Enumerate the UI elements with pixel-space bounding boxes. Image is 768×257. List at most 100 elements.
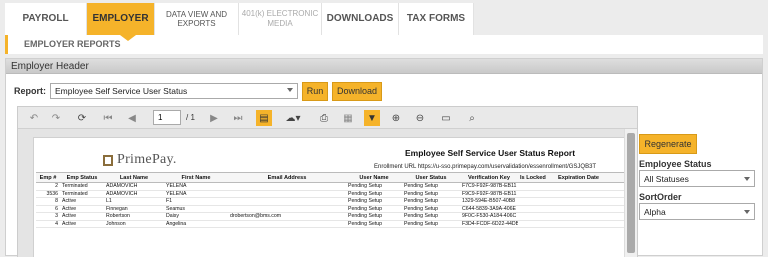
scrollbar-thumb[interactable] <box>627 133 635 253</box>
regenerate-button[interactable]: Regenerate <box>639 134 697 154</box>
table-cell: 3 <box>55 213 58 220</box>
col-expiration-date: Expiration Date <box>558 174 600 181</box>
run-button[interactable]: Run <box>302 81 328 101</box>
table-row: 4 Active Johnson Angelina Pending Setup Pendi… <box>36 220 625 228</box>
table-cell: Pending Setup <box>348 183 383 190</box>
table-cell: 2 <box>55 183 58 190</box>
refresh-icon[interactable]: ⟳ <box>74 110 90 126</box>
table-cell: drobertson@bms.com <box>230 213 282 220</box>
table-cell: Pending Setup <box>348 220 383 227</box>
tab-downloads[interactable]: DOWNLOADS <box>322 3 399 35</box>
print-layout-icon[interactable]: ▦ <box>340 110 356 126</box>
employee-status-select[interactable]: All Statuses <box>639 170 755 187</box>
vertical-scrollbar[interactable] <box>624 129 637 257</box>
employee-status-label: Employee Status <box>639 159 712 169</box>
table-cell: Pending Setup <box>348 190 383 197</box>
sort-order-value: Alpha <box>644 207 666 217</box>
sort-order-select[interactable]: Alpha <box>639 203 755 220</box>
col-user-status: User Status <box>415 174 447 181</box>
col-email: Email Address <box>267 174 307 181</box>
table-cell: Terminated <box>62 190 88 197</box>
tab-payroll[interactable]: PAYROLL <box>5 3 87 35</box>
top-nav: PAYROLL EMPLOYER DATA VIEW AND EXPORTS 4… <box>0 0 768 35</box>
redo-icon[interactable]: ↷ <box>48 110 64 126</box>
subnav-employer-reports[interactable]: EMPLOYER REPORTS <box>24 39 121 49</box>
table-cell: Pending Setup <box>348 205 383 212</box>
table-cell: Pending Setup <box>404 183 439 190</box>
table-cell: Robertson <box>106 213 130 220</box>
table-cell: Pending Setup <box>404 190 439 197</box>
table-cell: F9C9-F92F-987B-EB11 <box>462 190 517 197</box>
table-cell: Pending Setup <box>348 198 383 205</box>
table-cell: L1 <box>106 198 112 205</box>
table-cell: YELENA <box>166 183 187 190</box>
zoom-in-icon[interactable]: ⊕ <box>388 110 404 126</box>
parameters-panel: Regenerate Employee Status All Statuses … <box>639 134 757 220</box>
download-button[interactable]: Download <box>332 81 382 101</box>
employee-status-value: All Statuses <box>644 174 689 184</box>
tab-tax-forms-label: TAX FORMS <box>406 13 466 24</box>
undo-icon[interactable]: ↶ <box>26 110 42 126</box>
table-cell: Pending Setup <box>348 213 383 220</box>
primepay-logo: PrimePay. <box>103 152 177 168</box>
table-cell: F1 <box>166 198 173 205</box>
print-icon[interactable]: ⎙ <box>316 110 332 126</box>
page-total: / 1 <box>186 113 195 122</box>
report-table: Emp # Emp Status Last Name First Name Em… <box>36 172 625 228</box>
table-row: 2 Terminated ADAMOVICH YELENA Pending Setup P… <box>36 183 625 191</box>
table-cell: Pending Setup <box>404 213 439 220</box>
document-map-icon[interactable]: ▤ <box>256 110 272 126</box>
report-title: Employee Self Service User Status Report <box>405 148 576 158</box>
table-cell: 8 <box>55 198 58 205</box>
tab-401k: 401(k) ELECTRONIC MEDIA <box>239 3 322 35</box>
table-row: 8 Active L1 F1 Pending Setup Pending Setup 132… <box>36 198 625 206</box>
employer-panel: Employer Header Report: Employee Self Se… <box>5 58 763 257</box>
tab-payroll-label: PAYROLL <box>22 13 69 24</box>
table-cell: 6 <box>55 205 58 212</box>
table-cell: Active <box>62 213 77 220</box>
full-screen-icon[interactable]: ▭ <box>438 110 454 126</box>
table-cell: YELENA <box>166 190 187 197</box>
col-is-locked: Is Locked <box>520 174 546 181</box>
table-cell: Finnegan <box>106 205 128 212</box>
table-row: 3 Active Robertson Daisy drobertson@bms.com P… <box>36 213 625 221</box>
table-row: 3536 Terminated ADAMOVICH YELENA Pending Set… <box>36 190 625 198</box>
first-page-icon[interactable]: ⏮ <box>100 110 116 126</box>
tab-401k-label: 401(k) ELECTRONIC MEDIA <box>241 9 319 28</box>
last-page-icon[interactable]: ⏭ <box>230 110 246 126</box>
table-cell: Daisy <box>166 213 179 220</box>
zoom-out-icon[interactable]: ⊖ <box>412 110 428 126</box>
table-cell: Angelina <box>166 220 187 227</box>
filter-icon[interactable]: ▼ <box>364 110 380 126</box>
chevron-down-icon <box>744 210 750 214</box>
logo-text: PrimePay. <box>117 152 177 167</box>
export-icon[interactable]: ☁▾ <box>282 110 304 126</box>
tab-downloads-label: DOWNLOADS <box>326 13 394 24</box>
table-cell: Seamus <box>166 205 186 212</box>
report-select-value: Employee Self Service User Status <box>55 86 188 96</box>
report-row: Report: Employee Self Service User Statu… <box>14 81 382 101</box>
table-cell: 1329-594E-B507-40B8 <box>462 198 516 205</box>
table-cell: Terminated <box>62 183 88 190</box>
table-cell: Pending Setup <box>404 205 439 212</box>
tab-tax-forms[interactable]: TAX FORMS <box>399 3 474 35</box>
panel-title: Employer Header <box>6 59 762 74</box>
col-last-name: Last Name <box>119 174 149 181</box>
tab-data-view[interactable]: DATA VIEW AND EXPORTS <box>155 3 239 35</box>
tab-employer[interactable]: EMPLOYER <box>87 3 155 35</box>
table-cell: C644-5839-3A9A-406E <box>462 205 516 212</box>
table-cell: 9F0C-F530-A184-406C <box>462 213 517 220</box>
table-row: 6 Active Finnegan Seamus Pending Setup Pendin… <box>36 205 625 213</box>
prev-page-icon[interactable]: ◀ <box>124 110 140 126</box>
tab-employer-label: EMPLOYER <box>92 13 149 24</box>
page-number-input[interactable]: 1 <box>153 110 181 125</box>
table-header: Emp # Emp Status Last Name First Name Em… <box>36 172 625 183</box>
report-select[interactable]: Employee Self Service User Status <box>50 83 298 99</box>
search-icon[interactable]: ⌕ <box>464 110 480 126</box>
next-page-icon[interactable]: ▶ <box>206 110 222 126</box>
sort-order-label: SortOrder <box>639 192 682 202</box>
table-cell: 3536 <box>46 190 58 197</box>
table-cell: Pending Setup <box>404 220 439 227</box>
subnav-bar: EMPLOYER REPORTS <box>5 35 763 54</box>
col-emp-num: Emp # <box>39 174 57 181</box>
